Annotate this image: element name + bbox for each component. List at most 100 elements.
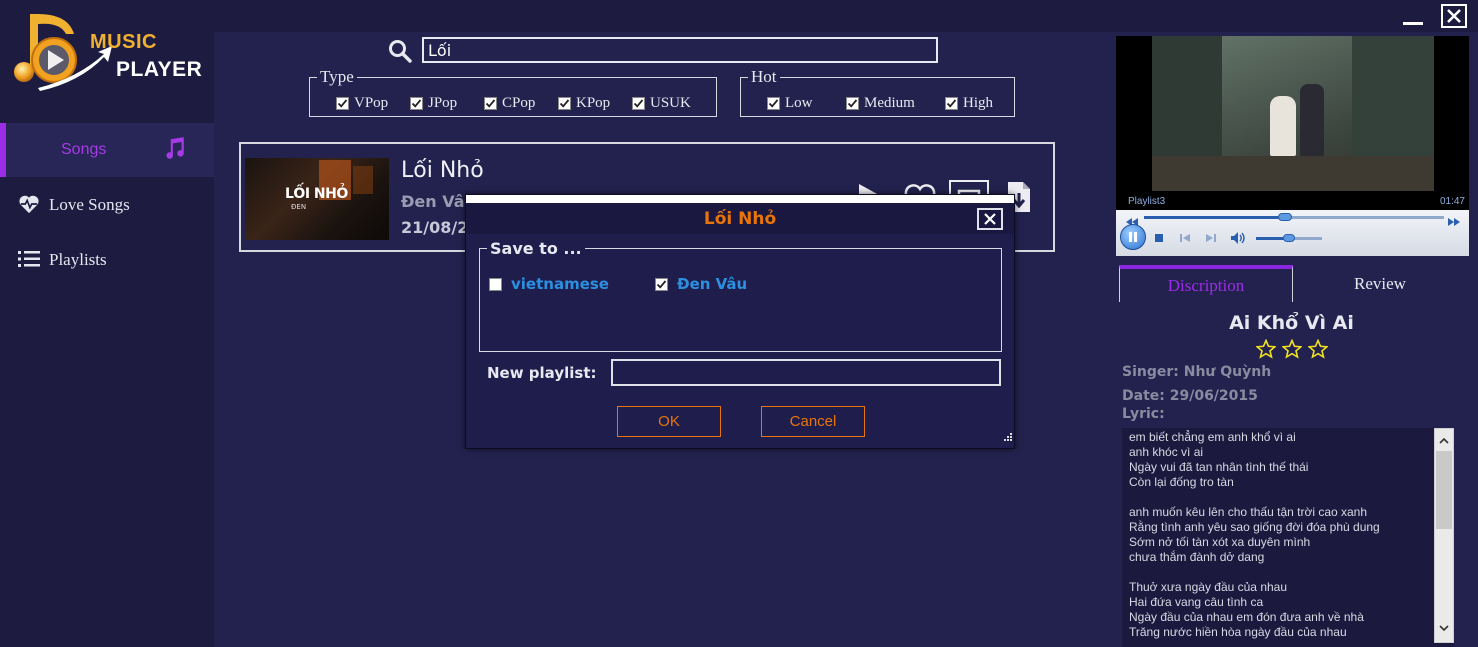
stop-icon <box>1155 234 1163 242</box>
scrollbar-thumb[interactable] <box>1436 451 1452 529</box>
list-icon <box>18 250 40 273</box>
filter-low-label: Low <box>785 95 813 111</box>
sidebar-item-songs[interactable]: Songs <box>0 123 214 177</box>
filter-kpop-checkbox[interactable]: KPop <box>558 95 610 112</box>
sidebar: MUSIC PLAYER Songs Love Songs Playlists <box>0 0 214 647</box>
playlist-vietnamese-label: vietnamese <box>511 275 609 293</box>
app-logo: MUSIC PLAYER <box>8 8 208 93</box>
minimize-button[interactable] <box>1400 4 1426 28</box>
search-input[interactable] <box>422 37 938 63</box>
lyric-line: Thuở xưa ngày đầu của nhau <box>1129 580 1288 594</box>
checkbox-checked-icon <box>945 97 958 110</box>
seek-bar-fill <box>1144 216 1285 219</box>
new-playlist-label: New playlist: <box>487 364 597 382</box>
description-date: Date: 29/06/2015 <box>1122 388 1258 404</box>
filter-vpop-label: VPop <box>354 95 389 111</box>
filter-cpop-checkbox[interactable]: CPop <box>484 95 535 112</box>
star-outline-icon <box>1307 339 1328 359</box>
playlist-den-vau-checkbox[interactable]: Đen Vâu <box>655 275 747 293</box>
close-app-button[interactable] <box>1441 4 1467 28</box>
speaker-icon <box>1231 232 1245 244</box>
save-to-legend: Save to ... <box>487 240 585 257</box>
lyric-line: em biết chẳng em anh khổ vì ai <box>1129 430 1296 444</box>
filter-medium-checkbox[interactable]: Medium <box>846 95 915 112</box>
lyric-line <box>1122 490 1454 505</box>
volume-slider-handle[interactable] <box>1283 234 1295 242</box>
video-frame <box>1152 36 1434 191</box>
minimize-icon <box>1403 22 1423 25</box>
dialog-close-button[interactable] <box>977 208 1003 230</box>
scroll-down-icon[interactable] <box>1438 620 1450 638</box>
thumbnail-subtitle: ĐEN <box>291 203 307 211</box>
checkbox-checked-icon <box>655 277 668 291</box>
filter-jpop-checkbox[interactable]: JPop <box>410 95 457 112</box>
lyric-line <box>1122 565 1454 580</box>
playlist-vietnamese-checkbox[interactable]: vietnamese <box>489 275 609 293</box>
hot-filter-group: Hot Low Medium High <box>740 68 1015 117</box>
tab-review[interactable]: Review <box>1293 265 1467 302</box>
sidebar-item-label: Playlists <box>49 250 107 269</box>
video-player[interactable]: Playlist3 01:47 <box>1116 36 1469 210</box>
volume-button[interactable] <box>1230 231 1246 245</box>
checkbox-checked-icon <box>484 97 497 110</box>
description-lyric-label: Lyric: <box>1122 406 1165 422</box>
video-time: 01:47 <box>1439 196 1465 207</box>
close-icon <box>984 213 996 225</box>
description-song-title: Ai Khổ Vì Ai <box>1229 312 1354 334</box>
ok-button[interactable]: OK <box>617 406 721 437</box>
sidebar-item-playlists[interactable]: Playlists <box>0 233 214 287</box>
seek-bar-handle[interactable] <box>1278 213 1292 221</box>
previous-button[interactable] <box>1178 232 1192 244</box>
lyric-line: anh muốn kêu lên cho thấu tận trời cao x… <box>1129 505 1368 519</box>
next-icon <box>1206 234 1216 242</box>
hot-filter-legend: Hot <box>748 68 780 86</box>
tab-description[interactable]: Discription <box>1119 265 1293 302</box>
lyrics-scrollbar[interactable] <box>1434 428 1454 643</box>
filter-jpop-label: JPop <box>428 95 458 111</box>
pause-button[interactable] <box>1120 224 1146 250</box>
save-to-group: Save to ... vietnamese Đen Vâu <box>479 240 1002 352</box>
pause-icon <box>1129 232 1137 242</box>
lyric-line: Rằng tình anh yêu sao giống đời đóa phù … <box>1129 520 1380 534</box>
lyric-line: Sớm nở tối tàn xót xa duyên mình <box>1129 535 1311 549</box>
filter-usuk-label: USUK <box>650 95 691 111</box>
thumbnail-title: LỐI NHỎ <box>285 186 348 202</box>
search-icon[interactable] <box>388 39 412 68</box>
lyrics-textbox[interactable]: em biết chẳng em anh khổ vì ai anh khóc … <box>1122 428 1454 647</box>
lyric-line: Trăng nước hiền hòa ngày đầu của nhau <box>1129 625 1347 639</box>
song-thumbnail: LỐI NHỎ ĐEN <box>245 158 389 240</box>
star-outline-icon <box>1255 339 1276 359</box>
lyric-line: anh khóc vì ai <box>1129 445 1204 459</box>
lyric-line: Còn lại đống tro tàn <box>1129 475 1234 489</box>
filter-vpop-checkbox[interactable]: VPop <box>336 95 388 112</box>
dialog-top-edge <box>466 195 1014 203</box>
filter-high-checkbox[interactable]: High <box>945 95 993 112</box>
checkbox-checked-icon <box>846 97 859 110</box>
playlist-den-vau-label: Đen Vâu <box>677 275 748 293</box>
scroll-up-icon[interactable] <box>1438 433 1450 451</box>
filter-low-checkbox[interactable]: Low <box>767 95 813 112</box>
filter-medium-label: Medium <box>864 95 915 111</box>
type-filter-legend: Type <box>317 68 357 86</box>
volume-slider[interactable] <box>1256 234 1322 242</box>
resize-grip-icon[interactable] <box>1004 428 1012 446</box>
checkbox-checked-icon <box>632 97 645 110</box>
lyric-line: Ngày vui đã tan nhân tình thế thái <box>1129 460 1309 474</box>
dialog-title-bar: Lối Nhỏ <box>466 203 1014 234</box>
stop-button[interactable] <box>1153 232 1165 244</box>
checkbox-checked-icon <box>767 97 780 110</box>
star-outline-icon <box>1281 339 1302 359</box>
seek-bar[interactable] <box>1144 213 1444 221</box>
fast-forward-icon[interactable] <box>1448 213 1460 231</box>
next-button[interactable] <box>1204 232 1218 244</box>
logo-text-player: PLAYER <box>116 58 203 81</box>
title-bar <box>214 0 1478 32</box>
new-playlist-input[interactable] <box>611 359 1001 386</box>
sidebar-item-love-songs[interactable]: Love Songs <box>0 178 214 232</box>
rating-stars <box>1118 339 1465 359</box>
dialog-title: Lối Nhỏ <box>703 209 777 229</box>
previous-icon <box>1180 234 1190 242</box>
music-note-icon <box>161 136 187 167</box>
cancel-button[interactable]: Cancel <box>761 406 865 437</box>
filter-usuk-checkbox[interactable]: USUK <box>632 95 691 112</box>
